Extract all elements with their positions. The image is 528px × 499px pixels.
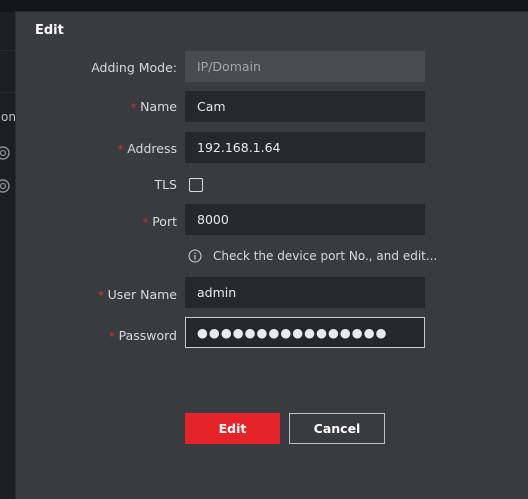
edit-button[interactable]: Edit xyxy=(185,413,280,444)
cancel-button[interactable]: Cancel xyxy=(289,413,385,444)
required-mark: * xyxy=(98,289,104,302)
required-mark: * xyxy=(130,101,137,114)
adding-mode-label: Adding Mode: xyxy=(91,60,177,75)
name-input[interactable]: Cam xyxy=(185,91,425,122)
port-hint: Check the device port No., and edit... xyxy=(188,249,437,263)
port-label: * Port xyxy=(143,214,177,229)
gear-icon[interactable] xyxy=(0,144,12,162)
dialog-title: Edit xyxy=(35,23,64,38)
required-mark: * xyxy=(117,143,124,156)
tls-label-text: TLS xyxy=(154,177,177,192)
port-hint-text: Check the device port No., and edit... xyxy=(213,249,438,263)
tls-label: TLS xyxy=(154,177,177,192)
required-mark: * xyxy=(109,330,115,343)
password-label-text: Password xyxy=(118,328,177,343)
background-top-bar xyxy=(0,0,528,12)
tls-checkbox[interactable] xyxy=(189,178,203,192)
user-name-input[interactable]: admin xyxy=(185,277,425,308)
info-icon xyxy=(188,249,202,263)
edit-device-dialog: Edit Adding Mode: IP/Domain * Name Cam * A… xyxy=(16,12,528,499)
password-label: * Password xyxy=(109,328,177,343)
address-input[interactable]: 192.168.1.64 xyxy=(185,132,425,163)
gear-icon[interactable] xyxy=(0,177,12,195)
port-label-text: Port xyxy=(152,214,177,229)
port-input[interactable]: 8000 xyxy=(185,204,425,235)
user-name-label-text: User Name xyxy=(107,287,177,302)
name-label: * Name xyxy=(131,99,177,114)
password-input[interactable]: ●●●●●●●●●●●●●●●● xyxy=(185,317,425,348)
adding-mode-field: IP/Domain xyxy=(185,51,425,82)
address-label-text: Address xyxy=(127,141,177,156)
adding-mode-label-text: Adding Mode: xyxy=(91,60,177,75)
required-mark: * xyxy=(142,216,149,229)
address-label: * Address xyxy=(118,141,177,156)
user-name-label: * User Name xyxy=(98,287,177,302)
background-column-header: tion xyxy=(0,110,16,124)
name-label-text: Name xyxy=(140,99,177,114)
